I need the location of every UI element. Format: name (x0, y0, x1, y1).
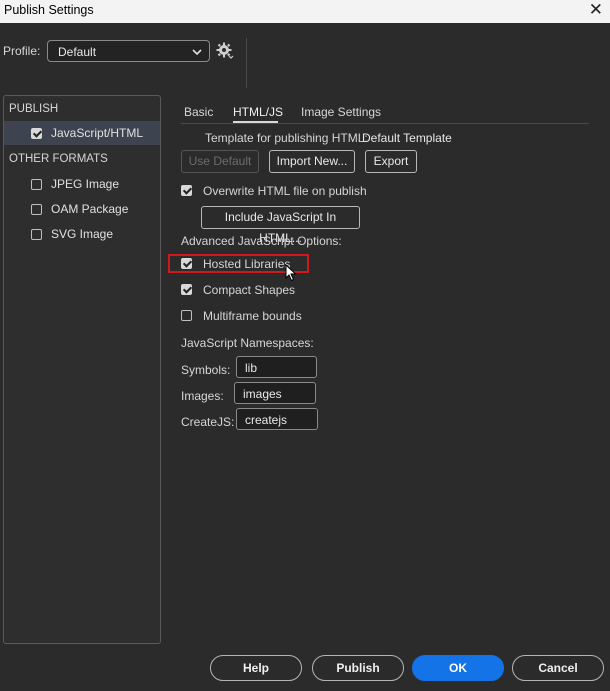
help-button[interactable]: Help (210, 655, 302, 681)
cancel-button[interactable]: Cancel (512, 655, 604, 681)
symbols-value: lib (245, 361, 258, 375)
symbols-input[interactable]: lib (236, 356, 317, 378)
jpeg-checkbox[interactable] (31, 179, 42, 190)
tab-html-js[interactable]: HTML/JS (233, 105, 283, 119)
include-javascript-button[interactable]: Include JavaScript In HTML... (201, 206, 360, 245)
multiframe-bounds-checkbox[interactable] (181, 310, 192, 321)
tab-divider (181, 123, 589, 124)
format-item-label: JavaScript/HTML (51, 126, 144, 140)
gear-icon[interactable] (216, 42, 234, 60)
mouse-cursor-icon (285, 264, 297, 282)
export-button[interactable]: Export (365, 150, 417, 173)
compact-shapes-checkbox[interactable] (181, 284, 192, 295)
images-input[interactable]: images (234, 382, 316, 404)
overwrite-html-label: Overwrite HTML file on publish (203, 184, 367, 198)
overwrite-html-checkbox[interactable] (181, 185, 192, 196)
images-value: images (243, 387, 282, 401)
createjs-value: createjs (245, 413, 288, 427)
format-list-panel: PUBLISH JavaScript/HTML OTHER FORMATS JP… (3, 95, 161, 644)
import-new-button[interactable]: Import New... (269, 150, 355, 173)
tab-image-settings[interactable]: Image Settings (301, 105, 381, 119)
format-item-label: JPEG Image (51, 177, 120, 191)
title-bar: Publish Settings ✕ (0, 0, 610, 23)
format-item-label: OAM Package (51, 202, 129, 216)
publish-button[interactable]: Publish (312, 655, 404, 681)
template-label: Template for publishing HTML: (205, 131, 368, 145)
createjs-input[interactable]: createjs (236, 408, 318, 430)
symbols-label: Symbols: (181, 363, 231, 377)
format-item-label: SVG Image (51, 227, 114, 241)
compact-shapes-label: Compact Shapes (203, 283, 296, 297)
multiframe-bounds-label: Multiframe bounds (203, 309, 302, 323)
format-item-oam[interactable]: OAM Package (4, 197, 160, 221)
tab-basic[interactable]: Basic (184, 105, 213, 119)
format-item-javascript-html[interactable]: JavaScript/HTML (4, 121, 160, 145)
createjs-label: CreateJS: (181, 415, 235, 429)
profile-value: Default (58, 45, 97, 59)
toolbar-divider (246, 38, 247, 88)
use-default-button[interactable]: Use Default (181, 150, 259, 173)
format-item-jpeg[interactable]: JPEG Image (4, 172, 160, 196)
close-icon[interactable]: ✕ (589, 0, 603, 20)
other-formats-header: OTHER FORMATS (9, 153, 108, 165)
format-item-svg[interactable]: SVG Image (4, 222, 160, 246)
ok-button[interactable]: OK (412, 655, 504, 681)
namespaces-label: JavaScript Namespaces: (181, 336, 314, 350)
chevron-down-icon (192, 49, 202, 56)
oam-checkbox[interactable] (31, 204, 42, 215)
template-value: Default Template (362, 131, 452, 145)
profile-select[interactable]: Default (47, 40, 210, 62)
images-label: Images: (181, 389, 224, 403)
advanced-options-label: Advanced JavaScript Options: (181, 234, 342, 248)
window-title: Publish Settings (4, 3, 94, 17)
publish-header: PUBLISH (9, 103, 59, 115)
profile-label: Profile: (3, 44, 41, 58)
svg-checkbox[interactable] (31, 229, 42, 240)
javascript-html-checkbox[interactable] (31, 128, 42, 139)
